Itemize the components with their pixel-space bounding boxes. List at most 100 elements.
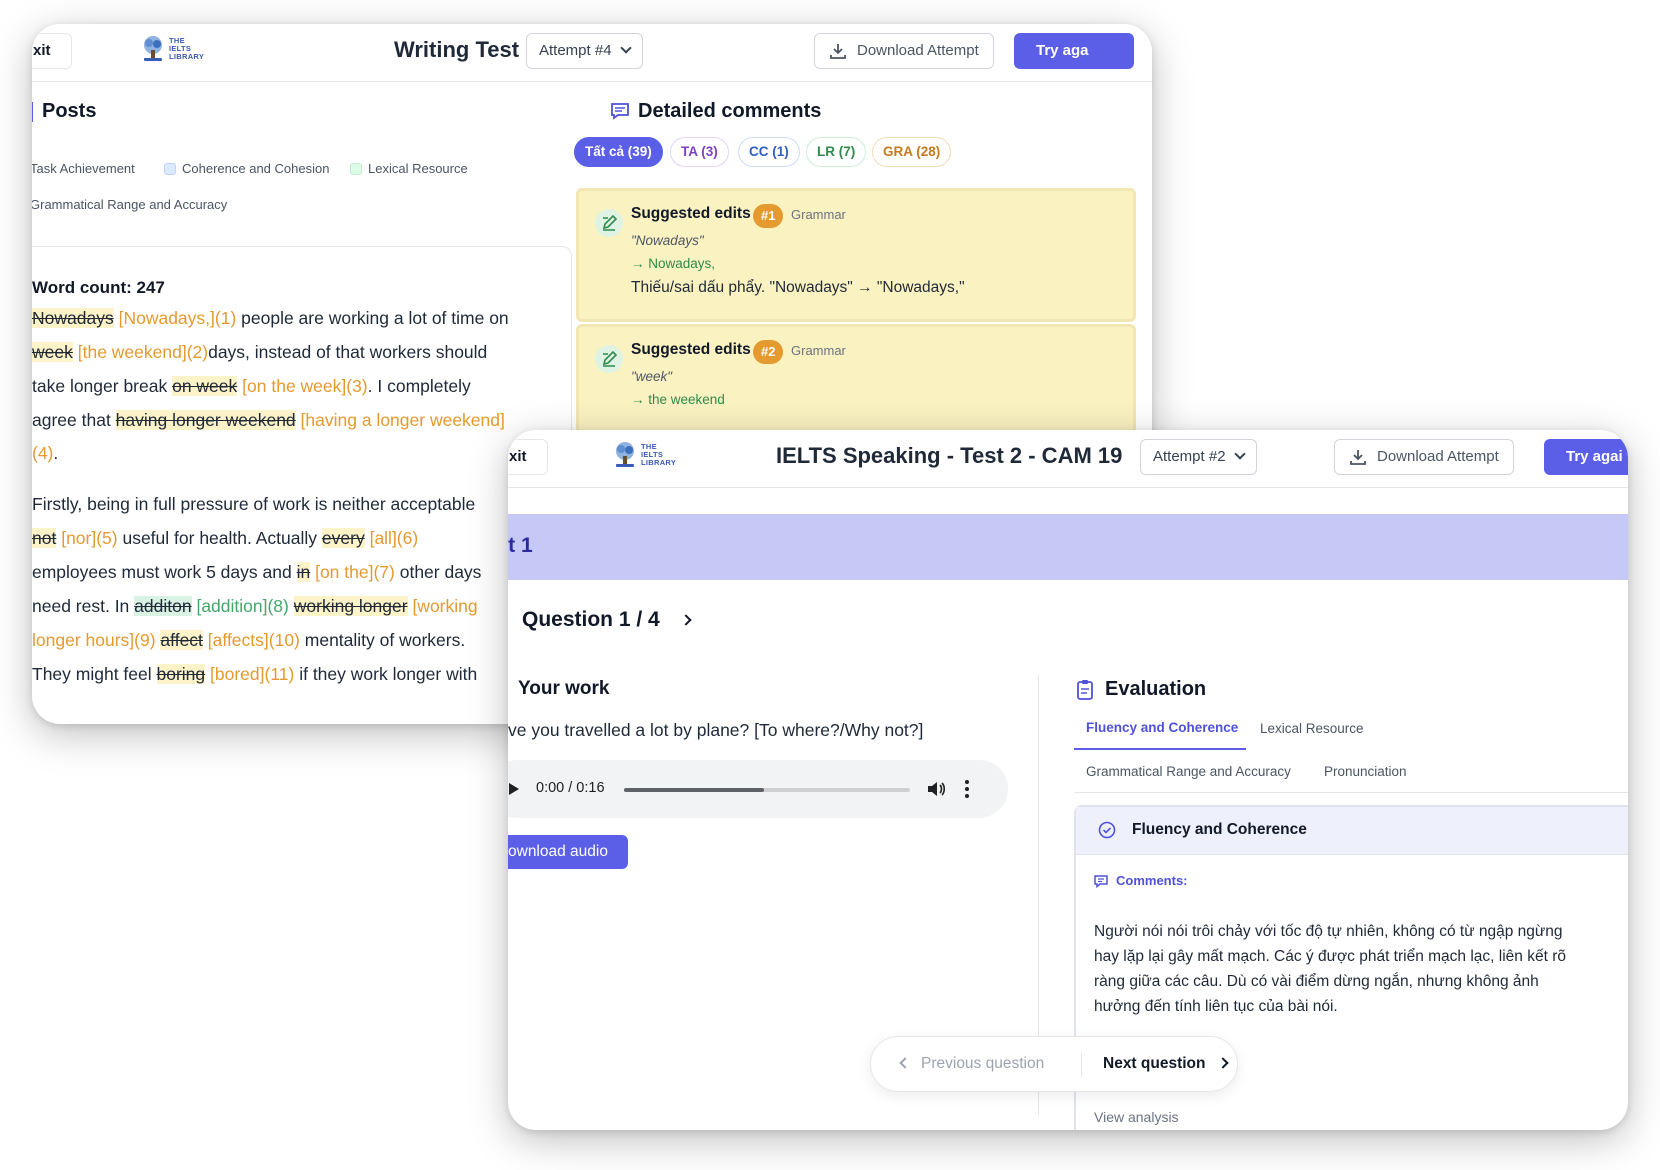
legend-label: Grammatical Range and Accuracy bbox=[32, 197, 228, 212]
legend-swatch bbox=[350, 162, 362, 175]
suggested-correction[interactable]: [having a longer weekend] bbox=[301, 410, 505, 430]
deleted-text[interactable]: affect bbox=[160, 630, 203, 650]
exit-button[interactable]: xit bbox=[32, 33, 72, 69]
filter-chip-lr[interactable]: LR (7) bbox=[806, 137, 867, 167]
suggested-correction[interactable]: [on the week](3) bbox=[242, 376, 367, 396]
edit-explanation: Thiếu/sai dấu phẩy. "Nowadays" → "Nowada… bbox=[631, 279, 965, 296]
chevron-right-icon[interactable] bbox=[680, 614, 692, 626]
download-icon bbox=[1350, 450, 1366, 465]
tab-pronunciation[interactable]: Pronunciation bbox=[1324, 764, 1407, 779]
edit-number-badge: #2 bbox=[753, 340, 784, 364]
previous-question-button[interactable]: Previous question bbox=[899, 1055, 1044, 1073]
edit-original: "week" bbox=[631, 369, 673, 384]
legend-swatch bbox=[164, 162, 176, 175]
deleted-text[interactable]: not bbox=[32, 528, 57, 548]
more-options-icon[interactable] bbox=[964, 779, 970, 799]
next-question-button[interactable]: Next question bbox=[1103, 1055, 1230, 1073]
part-title: rt 1 bbox=[508, 534, 533, 557]
download-attempt-button[interactable]: Download Attempt bbox=[1334, 439, 1514, 475]
your-work-title: Your work bbox=[518, 678, 610, 699]
suggested-correction[interactable]: [on the](7) bbox=[315, 562, 395, 582]
essay-line: need rest. In additon [addition](8) work… bbox=[32, 596, 478, 617]
essay-line: not [nor](5) useful for health. Actually… bbox=[32, 528, 418, 549]
essay-text-segment: other days bbox=[394, 562, 482, 582]
suggested-correction[interactable]: [Nowadays,](1) bbox=[119, 308, 237, 328]
legend-label: Task Achievement bbox=[32, 161, 135, 176]
edit-label: Suggested edits bbox=[631, 205, 751, 222]
suggested-correction[interactable]: [bored](11) bbox=[210, 664, 294, 684]
audio-player[interactable]: 0:00 / 0:16 bbox=[508, 760, 1008, 818]
filter-chip-ta[interactable]: TA (3) bbox=[670, 137, 729, 167]
edit-fix: → Nowadays, bbox=[631, 256, 716, 271]
exit-button[interactable]: xit bbox=[508, 439, 548, 475]
tree-logo-icon bbox=[612, 441, 638, 469]
evaluation-title: Evaluation bbox=[1105, 678, 1207, 700]
deleted-text[interactable]: on week bbox=[172, 376, 238, 396]
logo-text-line: LIBRARY bbox=[169, 52, 205, 61]
audio-progress-track[interactable] bbox=[624, 788, 910, 792]
essay-text-segment: They might feel bbox=[32, 664, 157, 684]
edit-original: "Nowadays" bbox=[631, 233, 704, 248]
page-title: IELTS Speaking - Test 2 - CAM 19 bbox=[776, 443, 1123, 468]
edit-category: Grammar bbox=[791, 343, 846, 358]
comments-heading: Comments: bbox=[1094, 873, 1188, 888]
filter-chip-cc[interactable]: CC (1) bbox=[738, 137, 800, 167]
filter-chip-all[interactable]: Tất cả (39) bbox=[574, 137, 663, 167]
deleted-text[interactable]: week bbox=[32, 342, 73, 362]
evaluation-card-title: Fluency and Coherence bbox=[1132, 821, 1307, 838]
suggested-correction[interactable]: longer hours](9) bbox=[32, 630, 156, 650]
audio-progress-fill bbox=[624, 788, 765, 792]
legend-lexical: Lexical Resource bbox=[350, 161, 468, 176]
chevron-down-icon bbox=[619, 42, 632, 54]
tab-divider bbox=[1074, 792, 1628, 793]
suggested-correction[interactable]: [nor](5) bbox=[61, 528, 117, 548]
suggested-correction[interactable]: (4) bbox=[32, 443, 53, 463]
essay-text-segment: take longer break bbox=[32, 376, 173, 396]
detailed-comments-title: Detailed comments bbox=[638, 100, 822, 122]
attempt-select[interactable]: Attempt #2 bbox=[1140, 439, 1257, 475]
legend-coherence: Coherence and Cohesion bbox=[164, 161, 329, 176]
deleted-text[interactable]: in bbox=[296, 562, 311, 582]
tab-grammar[interactable]: Grammatical Range and Accuracy bbox=[1086, 764, 1291, 779]
essay-text-segment: need rest. In bbox=[32, 596, 135, 616]
ielts-library-logo[interactable]: THE IELTS LIBRARY bbox=[612, 441, 676, 469]
comment-icon bbox=[1094, 874, 1108, 888]
essay-text-segment: people are working a lot of time on bbox=[236, 308, 509, 328]
filter-chip-gra[interactable]: GRA (28) bbox=[872, 137, 952, 167]
header: xit THE IELTS LIBRARY Writing Test Attempt… bbox=[32, 24, 1152, 82]
deleted-text[interactable]: every bbox=[321, 528, 365, 548]
try-again-button[interactable]: Try aga bbox=[1014, 33, 1134, 69]
essay-line: agree that having longer weekend [having… bbox=[32, 410, 505, 431]
tab-fluency[interactable]: Fluency and Coherence bbox=[1086, 720, 1238, 735]
download-audio-button[interactable]: ownload audio bbox=[508, 835, 628, 869]
suggested-correction[interactable]: [the weekend](2) bbox=[78, 342, 208, 362]
attempt-select[interactable]: Attempt #4 bbox=[526, 33, 643, 69]
suggested-correction[interactable]: [all](6) bbox=[370, 528, 419, 548]
ielts-library-logo[interactable]: THE IELTS LIBRARY bbox=[140, 35, 204, 63]
deleted-text[interactable]: additon bbox=[134, 596, 192, 616]
download-label: Download Attempt bbox=[1377, 448, 1499, 465]
view-analysis-link[interactable]: View analysis bbox=[1094, 1109, 1179, 1125]
suggested-edit-card[interactable]: Suggested edits #1 Grammar "Nowadays" → … bbox=[576, 188, 1136, 322]
essay-text-segment: Firstly, being in full pressure of work … bbox=[32, 494, 476, 514]
speaking-test-window: xit THE IELTS LIBRARY IELTS Speaking - Tes… bbox=[508, 430, 1628, 1130]
deleted-text[interactable]: Nowadays bbox=[32, 308, 114, 328]
volume-icon[interactable] bbox=[926, 780, 946, 798]
play-icon[interactable] bbox=[508, 782, 520, 796]
tab-lexical[interactable]: Lexical Resource bbox=[1260, 721, 1364, 736]
deleted-text[interactable]: boring bbox=[156, 664, 206, 684]
suggested-edit-card[interactable]: Suggested edits #2 Grammar "week" → the … bbox=[576, 324, 1136, 444]
suggested-correction[interactable]: [working bbox=[412, 596, 477, 616]
essay-text-segment: useful for health. Actually bbox=[117, 528, 322, 548]
try-again-button[interactable]: Try agai bbox=[1544, 439, 1628, 475]
download-attempt-button[interactable]: Download Attempt bbox=[814, 33, 994, 69]
tree-logo-icon bbox=[140, 35, 166, 63]
deleted-text[interactable]: working longer bbox=[293, 596, 408, 616]
posts-title: Posts bbox=[42, 100, 97, 122]
suggested-correction[interactable]: [affects](10) bbox=[208, 630, 300, 650]
legend-task-achievement: Task Achievement bbox=[32, 161, 135, 176]
essay-line: Nowadays [Nowadays,](1) people are worki… bbox=[32, 308, 509, 329]
deleted-text[interactable]: having longer weekend bbox=[115, 410, 296, 430]
chevron-right-icon bbox=[1217, 1057, 1230, 1069]
suggested-correction[interactable]: [addition](8) bbox=[196, 596, 288, 616]
